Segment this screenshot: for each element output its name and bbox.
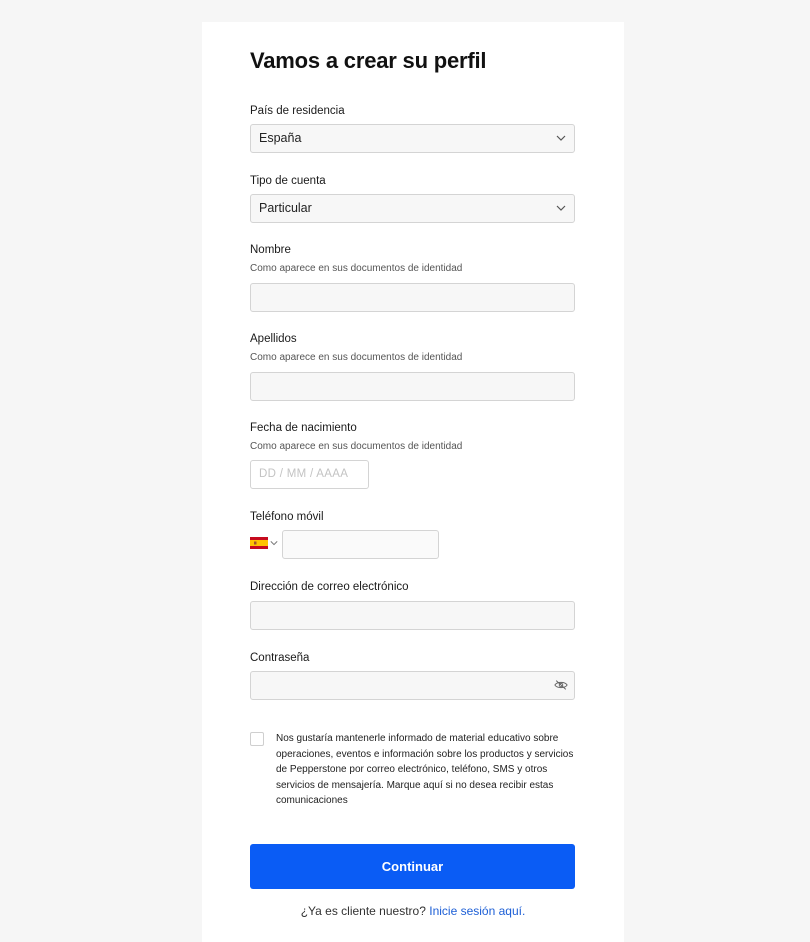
eye-slash-icon[interactable] (554, 679, 568, 691)
first-name-hint: Como aparece en sus documentos de identi… (250, 263, 463, 274)
first-name-label: Nombre (250, 244, 291, 256)
spain-flag-icon (250, 537, 268, 549)
continue-button[interactable]: Continuar (250, 844, 575, 889)
consent-checkbox[interactable] (250, 732, 264, 746)
email-input[interactable] (250, 601, 575, 630)
birth-date-input[interactable]: DD / MM / AAAA (250, 460, 369, 489)
login-question: ¿Ya es cliente nuestro? (300, 904, 426, 918)
phone-input[interactable] (282, 530, 439, 559)
birth-date-hint: Como aparece en sus documentos de identi… (250, 441, 463, 452)
consent-text: Nos gustaría mantenerle informado de mat… (276, 733, 574, 806)
birth-date-placeholder: DD / MM / AAAA (259, 468, 349, 480)
email-label: Dirección de correo electrónico (250, 581, 409, 593)
country-select[interactable]: España (250, 124, 575, 153)
chevron-down-icon (270, 541, 278, 546)
country-value: España (259, 131, 302, 145)
chevron-down-icon (556, 135, 566, 141)
first-name-input[interactable] (250, 283, 575, 312)
login-link[interactable]: Inicie sesión aquí. (429, 904, 525, 918)
account-type-select[interactable]: Particular (250, 194, 575, 223)
password-input[interactable] (250, 671, 575, 700)
signup-card: Vamos a crear su perfil País de residenc… (202, 22, 624, 942)
phone-label: Teléfono móvil (250, 511, 324, 523)
account-type-value: Particular (259, 201, 312, 215)
last-name-hint: Como aparece en sus documentos de identi… (250, 352, 463, 363)
phone-country-selector[interactable] (250, 536, 280, 550)
birth-date-label: Fecha de nacimiento (250, 422, 357, 434)
last-name-label: Apellidos (250, 333, 297, 345)
last-name-input[interactable] (250, 372, 575, 401)
password-label: Contraseña (250, 652, 310, 664)
account-type-label: Tipo de cuenta (250, 175, 326, 187)
login-prompt: ¿Ya es cliente nuestro? Inicie sesión aq… (202, 904, 624, 918)
page-title: Vamos a crear su perfil (250, 48, 487, 73)
chevron-down-icon (556, 205, 566, 211)
country-label: País de residencia (250, 105, 345, 117)
